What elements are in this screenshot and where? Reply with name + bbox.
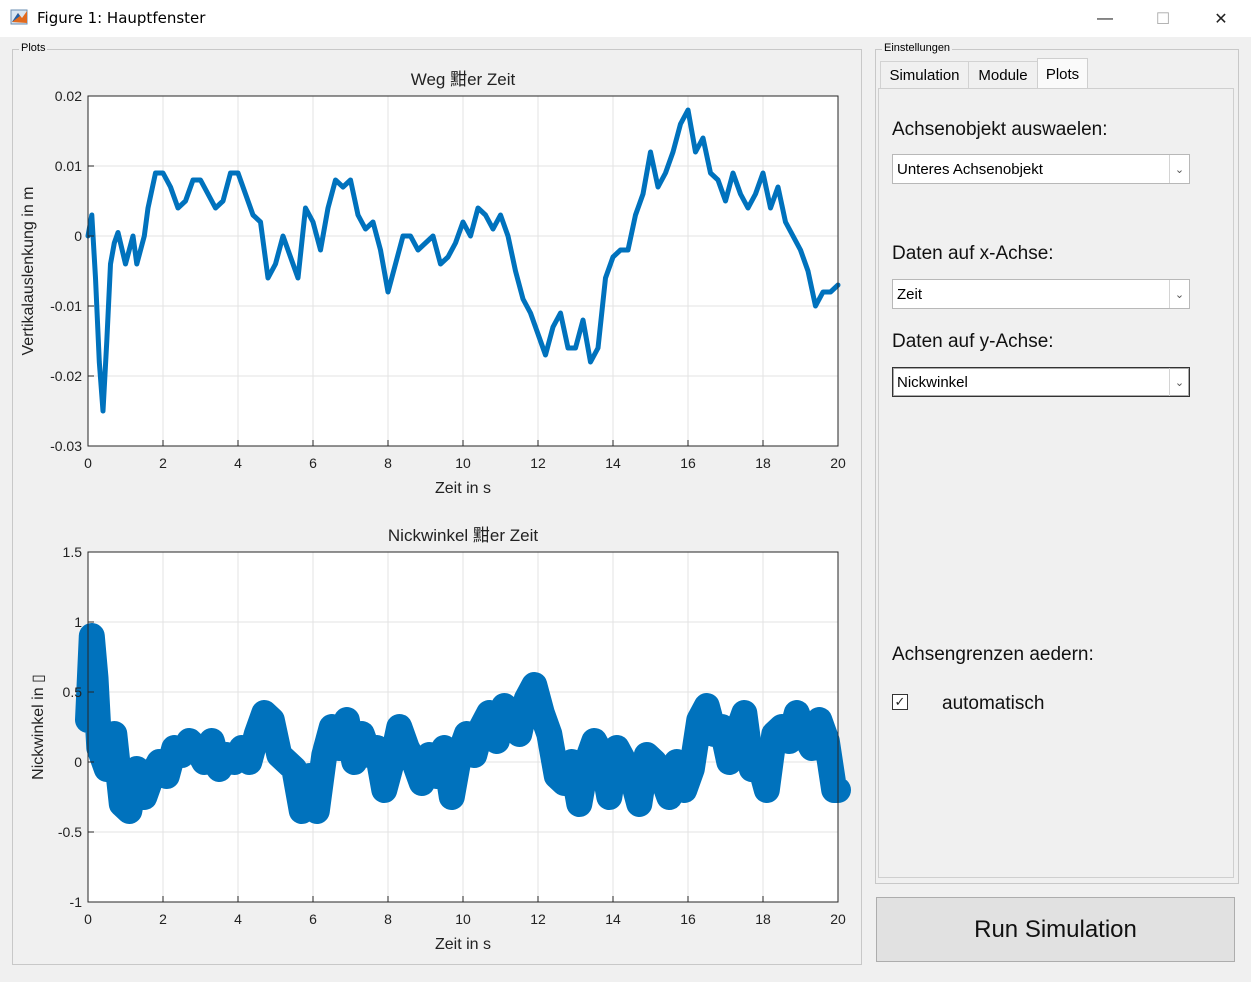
- y-data-value: Nickwinkel: [897, 373, 968, 391]
- plots-tab-panel: [878, 88, 1234, 878]
- run-simulation-label: Run Simulation: [974, 915, 1137, 943]
- y-tick-label: 0: [74, 754, 82, 770]
- y-tick-label: 0.02: [55, 88, 82, 104]
- chevron-down-icon: ⌄: [1169, 280, 1189, 308]
- y-tick-label: -0.03: [50, 438, 82, 454]
- auto-limits-label: automatisch: [942, 693, 1045, 714]
- x-tick-label: 20: [830, 455, 846, 471]
- x-tick-label: 8: [384, 911, 392, 927]
- x-tick-label: 6: [309, 911, 317, 927]
- y-tick-label: -1: [70, 894, 83, 910]
- y-data-select[interactable]: Nickwinkel ⌄: [892, 367, 1190, 397]
- x-tick-label: 0: [84, 911, 92, 927]
- x-tick-label: 4: [234, 911, 242, 927]
- x-data-select[interactable]: Zeit ⌄: [892, 279, 1190, 309]
- x-tick-label: 18: [755, 455, 771, 471]
- x-tick-label: 4: [234, 455, 242, 471]
- lower-axes[interactable]: 0 2 4 6 8 10 12 14 16 18 20 -1 -0.5 0 0.5 1 1.5 Nickwink…: [30, 526, 851, 953]
- x-tick-label: 10: [455, 455, 471, 471]
- y-tick-label: 1.5: [63, 544, 83, 560]
- x-tick-label: 16: [680, 455, 696, 471]
- settings-panel-label: Einstellungen: [882, 42, 953, 54]
- y-tick-label: -0.01: [50, 298, 82, 314]
- axis-limits-label: Achsengrenzen aedern:: [892, 644, 1094, 665]
- y-tick-label: 0.5: [63, 684, 83, 700]
- y-tick-label: 0: [74, 228, 82, 244]
- x-data-value: Zeit: [897, 285, 923, 303]
- upper-y-label: Vertikalauslenkung in m: [20, 187, 37, 356]
- y-tick-label: -0.02: [50, 368, 82, 384]
- axes-object-value: Unteres Achsenobjekt: [897, 160, 1043, 178]
- x-tick-label: 6: [309, 455, 317, 471]
- run-simulation-button[interactable]: Run Simulation: [876, 897, 1235, 962]
- axes-object-label: Achsenobjekt auswaelen:: [892, 119, 1108, 140]
- x-tick-label: 0: [84, 455, 92, 471]
- x-tick-label: 12: [530, 455, 546, 471]
- tab-module[interactable]: Module: [968, 61, 1038, 88]
- y-data-label: Daten auf y-Achse:: [892, 331, 1054, 352]
- lower-y-label: Nickwinkel in ▯: [30, 674, 47, 780]
- lower-x-label: Zeit in s: [435, 936, 491, 953]
- y-tick-label: 1: [74, 614, 82, 630]
- tab-plots[interactable]: Plots: [1037, 58, 1088, 89]
- tab-simulation-label: Simulation: [889, 66, 960, 84]
- checkmark-icon: ✓: [894, 694, 906, 709]
- x-tick-label: 20: [830, 911, 846, 927]
- x-tick-label: 10: [455, 911, 471, 927]
- chevron-down-icon: ⌄: [1169, 155, 1189, 183]
- y-tick-label: 0.01: [55, 158, 82, 174]
- x-tick-label: 12: [530, 911, 546, 927]
- y-tick-label: -0.5: [58, 824, 82, 840]
- x-tick-label: 14: [605, 455, 621, 471]
- x-tick-label: 16: [680, 911, 696, 927]
- auto-limits-checkbox[interactable]: ✓: [892, 694, 908, 710]
- upper-x-label: Zeit in s: [435, 480, 491, 497]
- lower-plot-title: Nickwinkel 黚er Zeit: [388, 526, 538, 545]
- chevron-down-icon: ⌄: [1169, 368, 1189, 396]
- upper-plot-title: Weg 黚er Zeit: [411, 70, 516, 89]
- upper-axes[interactable]: 0 2 4 6 8 10 12 14 16 18 20 -0.03 -0.02 -0.01 0 0.01 0.0…: [20, 70, 846, 497]
- tab-simulation[interactable]: Simulation: [880, 61, 969, 88]
- x-data-label: Daten auf x-Achse:: [892, 243, 1054, 264]
- tab-plots-label: Plots: [1045, 65, 1080, 83]
- x-tick-label: 2: [159, 911, 167, 927]
- tab-module-label: Module: [978, 66, 1028, 84]
- axes-object-select[interactable]: Unteres Achsenobjekt ⌄: [892, 154, 1190, 184]
- x-tick-label: 2: [159, 455, 167, 471]
- x-tick-label: 18: [755, 911, 771, 927]
- x-tick-label: 14: [605, 911, 621, 927]
- x-tick-label: 8: [384, 455, 392, 471]
